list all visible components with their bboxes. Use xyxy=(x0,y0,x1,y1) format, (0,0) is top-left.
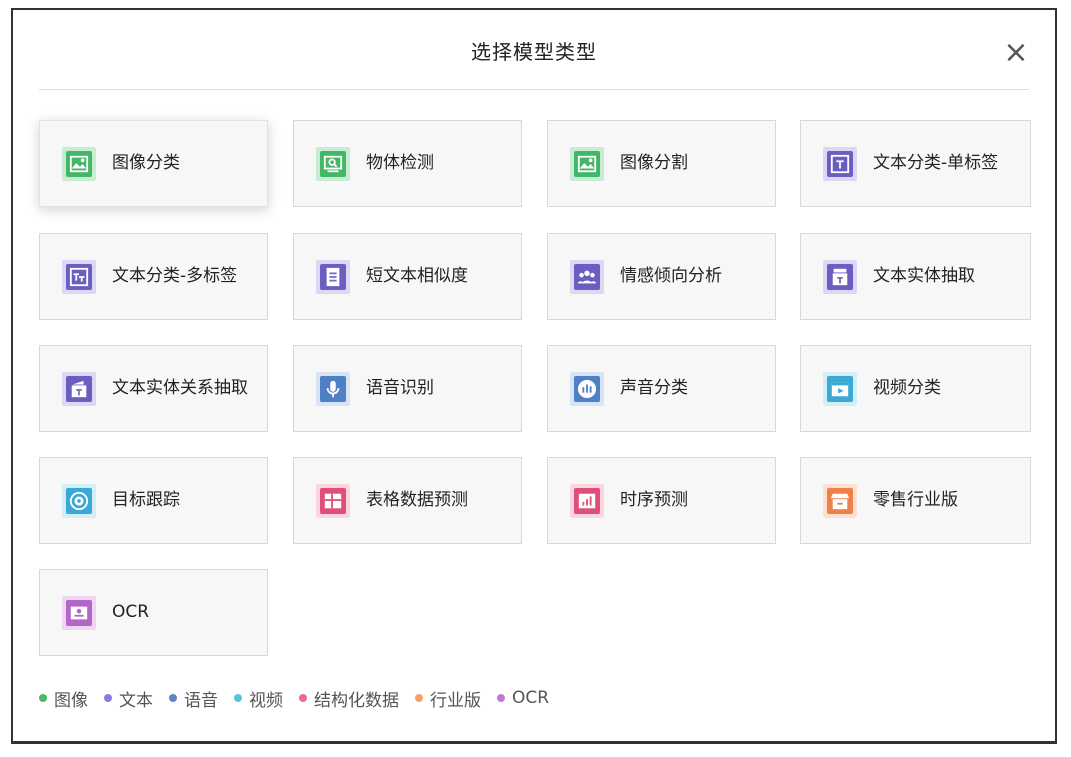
legend-item-structured: 结构化数据 xyxy=(299,686,399,711)
model-card-label: 物体检测 xyxy=(366,153,434,173)
model-card-label: 文本实体关系抽取 xyxy=(112,378,248,398)
model-card-5[interactable]: 短文本相似度 xyxy=(293,233,522,320)
legend-dot xyxy=(104,694,112,702)
legend-dot xyxy=(39,694,47,702)
model-card-7[interactable]: 文本实体抽取 xyxy=(800,233,1031,320)
image-icon xyxy=(62,147,96,181)
legend-label: 图像 xyxy=(54,690,88,711)
video-icon xyxy=(823,372,857,406)
model-card-label: 表格数据预测 xyxy=(366,490,468,510)
sound-bars-icon xyxy=(570,372,604,406)
model-type-dialog: 选择模型类型 × 图像分类 物体检测 图像分割 文本分类-单标签文本分类-多标签 短文本… xyxy=(11,8,1057,744)
legend-label: 结构化数据 xyxy=(314,690,399,711)
legend-label: 视频 xyxy=(249,690,283,711)
legend-dot xyxy=(169,694,177,702)
image-icon xyxy=(570,147,604,181)
target-icon xyxy=(62,484,96,518)
text-t-icon xyxy=(823,147,857,181)
model-card-label: 零售行业版 xyxy=(873,490,958,510)
legend-label: 行业版 xyxy=(430,690,481,711)
model-card-15[interactable]: 零售行业版 xyxy=(800,457,1031,544)
model-card-14[interactable]: 时序预测 xyxy=(547,457,776,544)
model-card-0[interactable]: 图像分类 xyxy=(39,120,268,207)
microphone-icon xyxy=(316,372,350,406)
people-icon xyxy=(570,260,604,294)
category-legend: 图像 文本 语音 视频 结构化数据 行业版 OCR xyxy=(39,686,565,711)
legend-dot xyxy=(299,694,307,702)
model-card-2[interactable]: 图像分割 xyxy=(547,120,776,207)
legend-label: OCR xyxy=(512,688,550,708)
model-card-label: OCR xyxy=(112,602,150,622)
text-tt-icon xyxy=(62,260,96,294)
model-card-label: 图像分类 xyxy=(112,153,180,173)
legend-label: 语音 xyxy=(184,690,218,711)
model-card-label: 语音识别 xyxy=(366,378,434,398)
model-card-6[interactable]: 情感倾向分析 xyxy=(547,233,776,320)
model-card-label: 短文本相似度 xyxy=(366,266,468,286)
model-card-label: 图像分割 xyxy=(620,153,688,173)
model-card-label: 文本分类-单标签 xyxy=(873,153,999,173)
close-icon[interactable]: × xyxy=(1003,38,1029,68)
model-card-4[interactable]: 文本分类-多标签 xyxy=(39,233,268,320)
model-card-label: 文本实体抽取 xyxy=(873,266,975,286)
legend-item-voice: 语音 xyxy=(169,686,218,711)
model-card-label: 视频分类 xyxy=(873,378,941,398)
legend-label: 文本 xyxy=(119,690,153,711)
dialog-title: 选择模型类型 xyxy=(471,40,597,64)
store-icon xyxy=(823,484,857,518)
model-card-8[interactable]: 文本实体关系抽取 xyxy=(39,345,268,432)
model-card-11[interactable]: 视频分类 xyxy=(800,345,1031,432)
model-card-label: 声音分类 xyxy=(620,378,688,398)
legend-dot xyxy=(234,694,242,702)
entity-icon xyxy=(823,260,857,294)
model-card-3[interactable]: 文本分类-单标签 xyxy=(800,120,1031,207)
model-card-label: 情感倾向分析 xyxy=(620,266,722,286)
model-card-label: 文本分类-多标签 xyxy=(112,266,238,286)
divider xyxy=(39,89,1029,90)
legend-dot xyxy=(415,694,423,702)
model-card-1[interactable]: 物体检测 xyxy=(293,120,522,207)
chart-icon xyxy=(570,484,604,518)
model-card-9[interactable]: 语音识别 xyxy=(293,345,522,432)
model-card-12[interactable]: 目标跟踪 xyxy=(39,457,268,544)
id-card-icon xyxy=(62,596,96,630)
legend-item-ocr: OCR xyxy=(497,688,549,708)
model-card-13[interactable]: 表格数据预测 xyxy=(293,457,522,544)
legend-item-text: 文本 xyxy=(104,686,153,711)
legend-item-image: 图像 xyxy=(39,686,88,711)
legend-dot xyxy=(497,694,505,702)
relation-icon xyxy=(62,372,96,406)
model-card-10[interactable]: 声音分类 xyxy=(547,345,776,432)
detect-icon xyxy=(316,147,350,181)
legend-item-industry: 行业版 xyxy=(415,686,481,711)
model-card-16[interactable]: OCR xyxy=(39,569,268,656)
legend-item-video: 视频 xyxy=(234,686,283,711)
table-icon xyxy=(316,484,350,518)
doc-icon xyxy=(316,260,350,294)
model-card-label: 时序预测 xyxy=(620,490,688,510)
model-card-label: 目标跟踪 xyxy=(112,490,180,510)
